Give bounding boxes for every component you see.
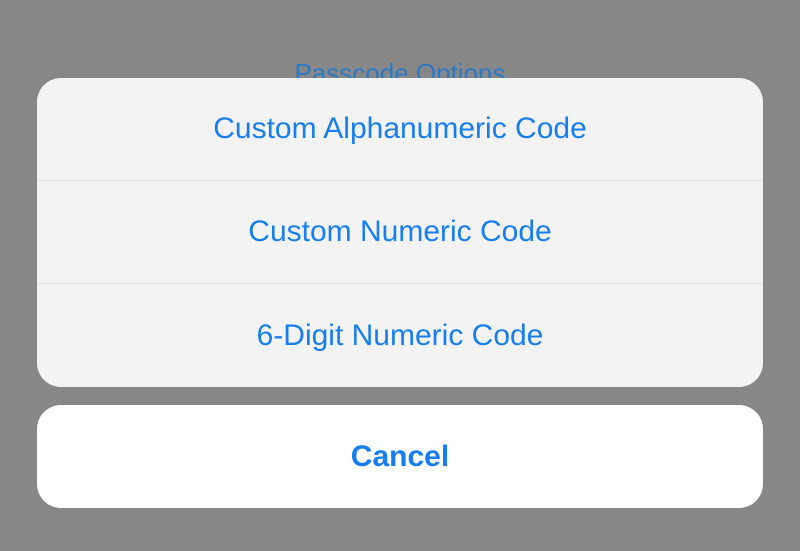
option-custom-numeric-code[interactable]: Custom Numeric Code: [37, 181, 763, 284]
cancel-label: Cancel: [351, 440, 449, 474]
action-sheet: Custom Alphanumeric Code Custom Numeric …: [37, 78, 763, 508]
option-six-digit-numeric-code[interactable]: 6-Digit Numeric Code: [37, 284, 763, 387]
option-alphanumeric-code[interactable]: Custom Alphanumeric Code: [37, 78, 763, 181]
cancel-button[interactable]: Cancel: [37, 405, 763, 508]
option-label: 6-Digit Numeric Code: [257, 319, 544, 353]
options-group: Custom Alphanumeric Code Custom Numeric …: [37, 78, 763, 387]
option-label: Custom Numeric Code: [248, 215, 551, 249]
option-label: Custom Alphanumeric Code: [213, 112, 587, 146]
